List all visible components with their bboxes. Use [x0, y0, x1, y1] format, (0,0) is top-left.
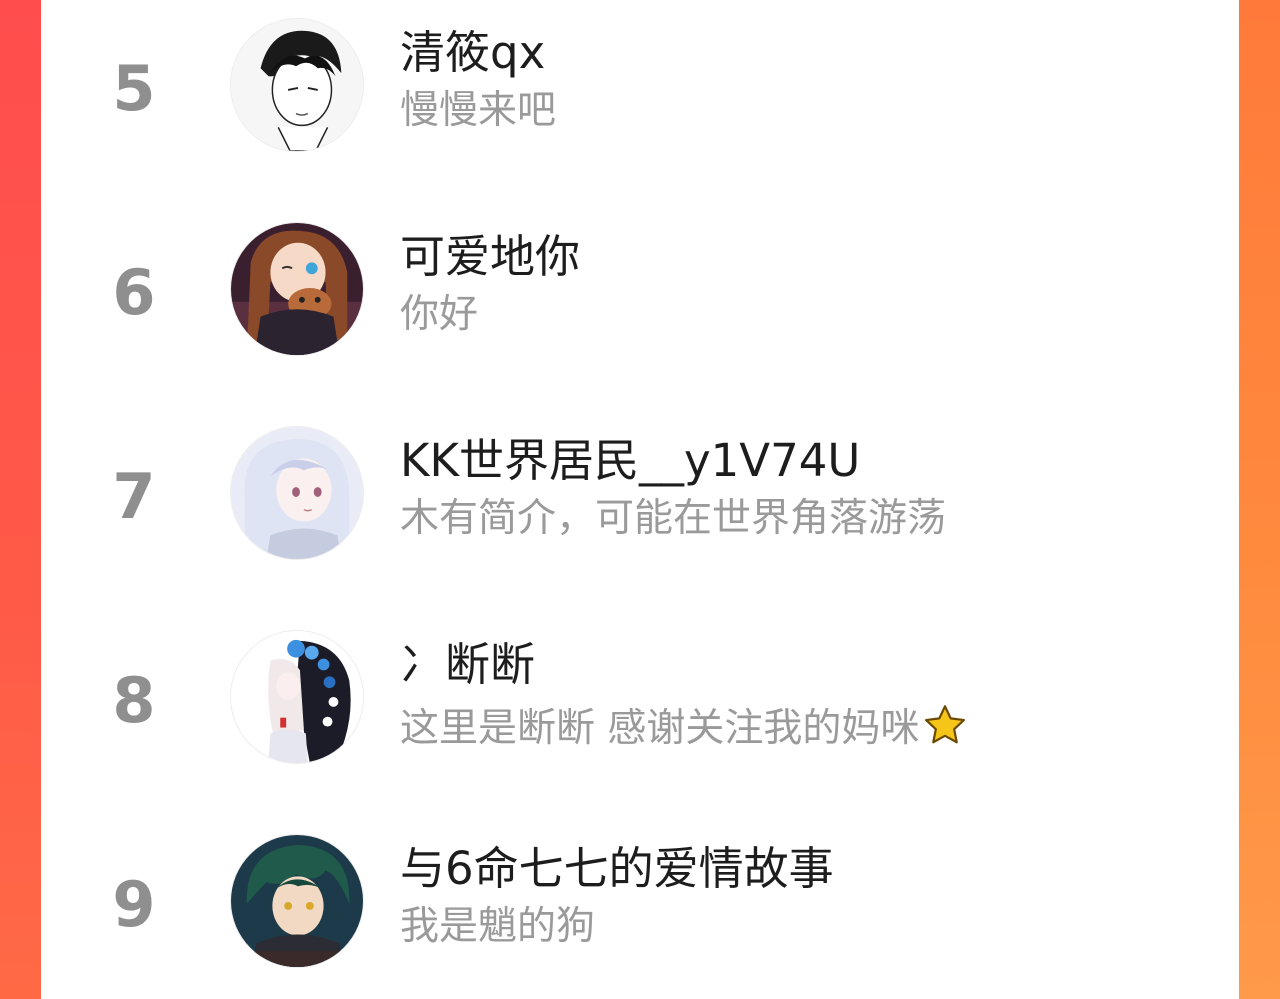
list-item-rank-6[interactable]: 6 可爱地你 你好	[41, 214, 1239, 364]
right-gradient-border	[1239, 0, 1280, 999]
user-avatar[interactable]	[230, 630, 364, 764]
anime-blue-flower-girl-avatar-icon	[231, 631, 363, 763]
user-bio: 这里是断断 感谢关注我的妈咪	[400, 703, 967, 748]
ranking-list: 5 清筱qx 慢慢来吧 6 可爱地你 你好 7 KK世界居民__y1V74U 木…	[41, 0, 1239, 999]
user-avatar[interactable]	[230, 426, 364, 560]
left-gradient-border	[0, 0, 41, 999]
list-item-rank-9[interactable]: 9 与6命七七的爱情故事 我是魈的狗	[41, 826, 1239, 976]
anime-girl-winking-avatar-icon	[231, 223, 363, 355]
list-item-rank-5[interactable]: 5 清筱qx 慢慢来吧	[41, 10, 1239, 160]
user-name: 清筱qx	[400, 26, 546, 79]
user-name: 可爱地你	[400, 230, 581, 283]
user-bio: 慢慢来吧	[400, 88, 557, 133]
rank-number: 6	[112, 256, 156, 329]
anime-green-hair-boy-avatar-icon	[231, 835, 363, 967]
user-avatar[interactable]	[230, 222, 364, 356]
star-icon	[925, 705, 966, 744]
user-name: 冫断断	[400, 638, 536, 691]
user-bio-text: 这里是断断 感谢关注我的妈咪	[400, 706, 920, 751]
rank-number: 9	[112, 868, 156, 941]
user-name: 与6命七七的爱情故事	[400, 842, 834, 895]
user-bio: 你好	[400, 292, 479, 337]
rank-number: 7	[112, 460, 156, 533]
user-bio: 木有简介，可能在世界角落游荡	[400, 496, 947, 541]
list-item-rank-8[interactable]: 8 冫断断 这里是断断 感谢关注我的妈咪	[41, 622, 1239, 772]
user-bio: 我是魈的狗	[400, 904, 596, 949]
list-item-rank-7[interactable]: 7 KK世界居民__y1V74U 木有简介，可能在世界角落游荡	[41, 418, 1239, 568]
rank-number: 8	[112, 664, 156, 737]
anime-white-hair-girl-avatar-icon	[231, 427, 363, 559]
user-name: KK世界居民__y1V74U	[400, 434, 861, 487]
user-avatar[interactable]	[230, 18, 364, 152]
anime-boy-sketch-avatar-icon	[231, 19, 363, 151]
rank-number: 5	[112, 52, 156, 125]
user-avatar[interactable]	[230, 834, 364, 968]
